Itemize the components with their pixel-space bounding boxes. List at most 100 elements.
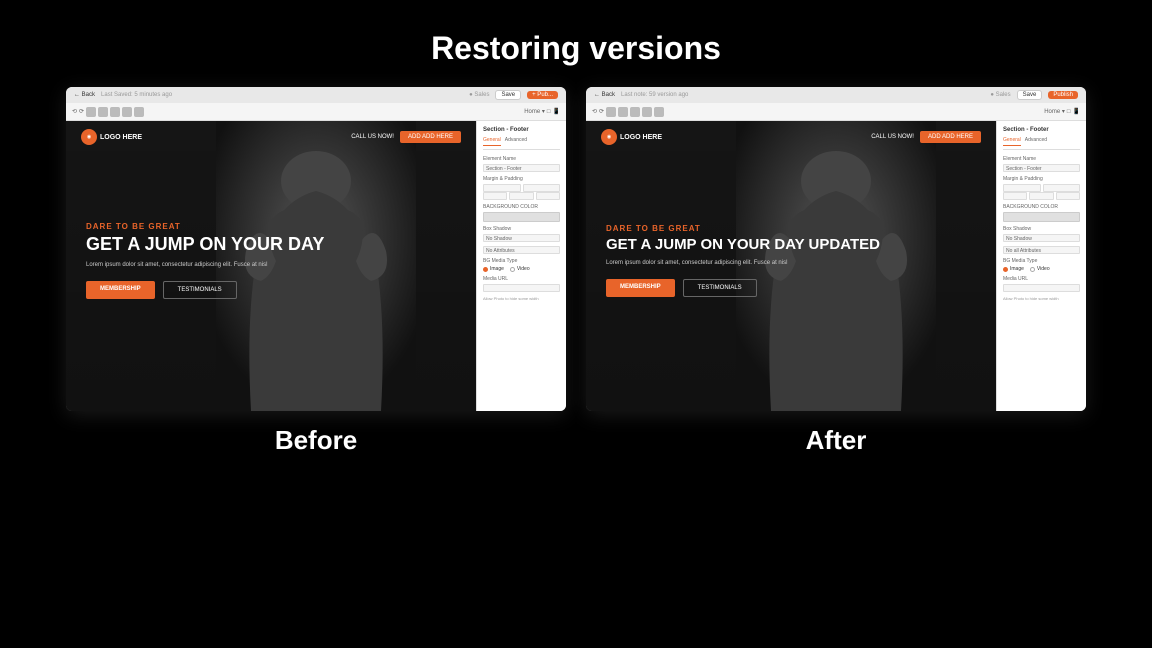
- before-padding-inputs: [483, 192, 560, 200]
- before-radio-video[interactable]: Video: [510, 266, 530, 272]
- before-media-url-section: Media URL: [483, 276, 560, 292]
- after-item: ← Back Last note: 59 version ago ● Sales…: [586, 87, 1086, 456]
- after-bg-media-label: BG Media Type: [1003, 258, 1080, 264]
- after-allow-note: Allow Photo to hide some width: [1003, 296, 1080, 301]
- after-toolbar-icon-3: [630, 107, 640, 117]
- before-padding-center[interactable]: [509, 192, 533, 200]
- after-logo-text: LOGO HERE: [620, 134, 662, 141]
- before-element-name-value: Section - Footer: [484, 165, 559, 173]
- after-margin-padding-label: Margin & Padding: [1003, 176, 1080, 182]
- after-element-name-label: Element Name: [1003, 156, 1080, 162]
- after-testimonials-button[interactable]: TESTIMONIALS: [683, 279, 757, 297]
- after-radio-video-dot: [1030, 267, 1035, 272]
- after-hero-desc: Lorem ipsum dolor sit amet, consectetur …: [606, 259, 976, 267]
- after-toolbar-icon-4: [642, 107, 652, 117]
- after-padding-right[interactable]: [1056, 192, 1080, 200]
- before-publish-button[interactable]: + Pub...: [527, 91, 558, 99]
- after-hero-title: GET A JUMP ON YOUR DAY UPDATED: [606, 237, 976, 254]
- after-padding-center[interactable]: [1029, 192, 1053, 200]
- after-radio-image-dot: [1003, 267, 1008, 272]
- after-media-url-input[interactable]: [1003, 284, 1080, 292]
- before-label: Before: [275, 425, 357, 456]
- after-nav-cta[interactable]: ADD ADD HERE: [920, 131, 981, 143]
- before-editor: ◉ LOGO HERE CALL US NOW! ADD ADD HERE DA…: [66, 121, 566, 411]
- before-save-button[interactable]: Save: [495, 90, 521, 100]
- before-logo-icon: ◉: [81, 129, 97, 145]
- after-hero-nav: ◉ LOGO HERE CALL US NOW! ADD ADD HERE: [586, 129, 996, 145]
- before-hero-buttons: MEMBERSHIP TESTIMONIALS: [86, 281, 456, 299]
- after-canvas: ◉ LOGO HERE CALL US NOW! ADD ADD HERE DA…: [586, 121, 996, 411]
- after-tab-general[interactable]: General: [1003, 137, 1021, 146]
- after-element-name-value: Section - Footer: [1004, 165, 1079, 173]
- before-media-url-input[interactable]: [483, 284, 560, 292]
- before-padding-left[interactable]: [483, 192, 507, 200]
- after-right-panel: Section - Footer General Advanced Elemen…: [996, 121, 1086, 411]
- after-bg-color-input[interactable]: [1003, 212, 1080, 222]
- before-radio-image[interactable]: Image: [483, 266, 504, 272]
- toolbar-icon-5: [134, 107, 144, 117]
- before-radio-group: Image Video: [483, 266, 560, 272]
- before-radio-image-dot: [483, 267, 488, 272]
- after-radio-image[interactable]: Image: [1003, 266, 1024, 272]
- after-radio-video[interactable]: Video: [1030, 266, 1050, 272]
- after-toolbar-icon-5: [654, 107, 664, 117]
- after-margin-top[interactable]: [1003, 184, 1041, 192]
- before-element-name-input[interactable]: Section - Footer: [483, 164, 560, 172]
- after-padding-left[interactable]: [1003, 192, 1027, 200]
- before-none-value: No Attributes: [484, 247, 559, 255]
- before-bg-color-label: BACKGROUND COLOR: [483, 204, 560, 210]
- before-margin-inputs: [483, 184, 560, 192]
- before-testimonials-button[interactable]: TESTIMONIALS: [163, 281, 237, 299]
- after-hero-subtitle: DARE TO BE GREAT: [606, 224, 976, 233]
- after-version-text: Last note: 59 version ago: [621, 92, 688, 98]
- after-logo-icon: ◉: [601, 129, 617, 145]
- after-membership-button[interactable]: MEMBERSHIP: [606, 279, 675, 297]
- before-canvas: ◉ LOGO HERE CALL US NOW! ADD ADD HERE DA…: [66, 121, 476, 411]
- before-box-shadow-dropdown[interactable]: No Shadow: [483, 234, 560, 242]
- after-hero-buttons: MEMBERSHIP TESTIMONIALS: [606, 279, 976, 297]
- after-radio-group: Image Video: [1003, 266, 1080, 272]
- after-version-bar: ← Back Last note: 59 version ago ● Sales…: [586, 87, 1086, 103]
- before-panel-title: Section - Footer: [483, 127, 560, 133]
- after-toolbar: ⟲ ⟳ Home ▾ □ 📱: [586, 103, 1086, 121]
- before-margin-padding-section: Margin & Padding: [483, 176, 560, 200]
- after-box-shadow-label: Box Shadow: [1003, 226, 1080, 232]
- after-media-url-label: Media URL: [1003, 276, 1080, 282]
- before-tab-general[interactable]: General: [483, 137, 501, 146]
- after-padding-inputs: [1003, 192, 1080, 200]
- before-membership-button[interactable]: MEMBERSHIP: [86, 281, 155, 299]
- after-bg-media-section: BG Media Type Image Video: [1003, 258, 1080, 272]
- after-element-name-input[interactable]: Section - Footer: [1003, 164, 1080, 172]
- after-tab-advanced[interactable]: Advanced: [1025, 137, 1047, 146]
- after-save-button[interactable]: Save: [1017, 90, 1043, 100]
- after-toolbar-icon-1: [606, 107, 616, 117]
- after-hero-section: ◉ LOGO HERE CALL US NOW! ADD ADD HERE DA…: [586, 121, 996, 411]
- before-margin-top[interactable]: [483, 184, 521, 192]
- before-none-dropdown[interactable]: No Attributes: [483, 246, 560, 254]
- after-padding-top[interactable]: [1043, 184, 1081, 192]
- before-element-name-label: Element Name: [483, 156, 560, 162]
- before-hero-content: DARE TO BE GREAT GET A JUMP ON YOUR DAY …: [86, 222, 456, 314]
- before-bg-color-input[interactable]: [483, 212, 560, 222]
- before-box-shadow-section: Box Shadow No Shadow: [483, 226, 560, 242]
- before-none-section: No Attributes: [483, 246, 560, 254]
- before-hero-section: ◉ LOGO HERE CALL US NOW! ADD ADD HERE DA…: [66, 121, 476, 411]
- toolbar-icon-3: [110, 107, 120, 117]
- after-toolbar-icon-2: [618, 107, 628, 117]
- before-back-button[interactable]: ← Back: [74, 92, 95, 98]
- before-padding-right[interactable]: [536, 192, 560, 200]
- after-panel-tabs: General Advanced: [1003, 137, 1080, 150]
- before-nav-cta[interactable]: ADD ADD HERE: [400, 131, 461, 143]
- before-panel-tabs: General Advanced: [483, 137, 560, 150]
- after-publish-button[interactable]: Publish: [1048, 91, 1078, 99]
- after-box-shadow-dropdown[interactable]: No Shadow: [1003, 234, 1080, 242]
- after-back-button[interactable]: ← Back: [594, 92, 615, 98]
- before-hero-desc: Lorem ipsum dolor sit amet, consectetur …: [86, 261, 456, 269]
- after-radio-video-label: Video: [1037, 266, 1050, 272]
- before-tab-advanced[interactable]: Advanced: [505, 137, 527, 146]
- after-none-dropdown[interactable]: No all Attributes: [1003, 246, 1080, 254]
- after-media-url-section: Media URL: [1003, 276, 1080, 292]
- before-padding-top[interactable]: [523, 184, 561, 192]
- comparison-container: ← Back Last Saved: 5 minutes ago ● Sales…: [0, 87, 1152, 456]
- before-logo-text: LOGO HERE: [100, 134, 142, 141]
